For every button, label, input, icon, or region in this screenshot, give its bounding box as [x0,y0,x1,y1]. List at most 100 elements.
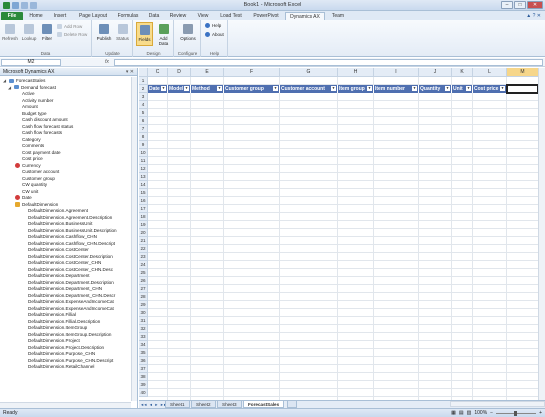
filter-dropdown-icon[interactable]: ▾ [331,86,336,91]
row-header[interactable]: 20 [139,229,148,237]
filter-dropdown-icon[interactable]: ▾ [445,86,450,91]
filter-dropdown-icon[interactable]: ▾ [217,86,222,91]
ribbon-help-icon[interactable]: ▲ ? ✕ [526,13,541,19]
tree-dimension-field[interactable]: DefaultDimension.ExpenseAndIncomeCat [28,299,114,304]
tree-dimension-field[interactable]: DefaultDimension.Department_CHN.Descr [28,293,115,298]
tree-dimension-field[interactable]: DefaultDimension.RetailChannel [28,364,94,369]
tab-file[interactable]: File [1,12,23,20]
filter-dropdown-icon[interactable]: ▾ [466,86,471,91]
tree-field[interactable]: Amount [22,104,38,109]
tree-dimension-field[interactable]: DefaultDimension.Fillial.Description [28,319,100,324]
pane-close-icon[interactable]: ▾ ✕ [126,68,134,76]
column-header[interactable]: E [191,68,224,77]
maximize-icon[interactable]: □ [514,1,526,9]
row-header[interactable]: 9 [139,141,148,149]
sheet-tab-sheet2[interactable]: Sheet2 [191,401,216,408]
tree-dimension-field[interactable]: DefaultDimension.CostCenter.Description [28,254,113,259]
row-header[interactable]: 12 [139,165,148,173]
tree-field[interactable]: Activity number [22,98,53,103]
tab-insert[interactable]: Insert [49,12,71,20]
table-header-cell[interactable]: Cost price ▾ [473,85,507,93]
tree-field[interactable]: Cash flow forecast status [22,124,73,129]
view-pagebreak-icon[interactable]: ▥ [467,409,472,417]
tree-dimension-field[interactable]: DefaultDimension.Cashflow_CHN [28,234,97,239]
fields-button[interactable]: Fields [136,22,153,46]
tree-field[interactable]: Cash flow forecasts [22,130,62,135]
row-header[interactable]: 7 [139,125,148,133]
add-data-button[interactable]: Add Data [155,24,172,46]
close-icon[interactable]: ✕ [527,1,543,9]
tree-field[interactable]: Cost payment date [22,150,61,155]
row-header[interactable]: 31 [139,317,148,325]
row-header[interactable]: 13 [139,173,148,181]
tree-dimension-field[interactable]: DefaultDimension.Project [28,338,80,343]
row-header[interactable]: 29 [139,301,148,309]
tree-table[interactable]: ◢ Demand forecast [8,85,56,90]
row-header[interactable]: 24 [139,261,148,269]
status-button[interactable]: Status [114,24,131,41]
column-header[interactable]: K [452,68,473,77]
row-header[interactable]: 28 [139,293,148,301]
row-header[interactable]: 33 [139,333,148,341]
tab-dynamics-ax[interactable]: Dynamics AX [285,12,325,20]
column-header[interactable]: G [280,68,338,77]
tree-field[interactable]: CW quantity [22,182,47,187]
zoom-in-icon[interactable]: + [539,409,542,417]
tree-dimension-field[interactable]: DefaultDimension.Purpose_CHN [28,351,95,356]
row-header[interactable]: 5 [139,109,148,117]
row-header[interactable]: 38 [139,373,148,381]
row-header[interactable]: 30 [139,309,148,317]
table-header-cell[interactable]: Customer account ▾ [280,85,338,93]
tab-data[interactable]: Data [145,12,163,20]
table-header-cell[interactable]: Model ▾ [168,85,191,93]
horizontal-scrollbar[interactable] [450,401,545,407]
tree-field[interactable]: Category [22,137,41,142]
minimize-icon[interactable]: – [501,1,513,9]
column-header[interactable]: I [374,68,419,77]
table-header-cell[interactable]: Method ▾ [191,85,224,93]
tree-root[interactable]: ◢ ForecastSales [3,78,45,83]
tab-review[interactable]: Review [166,12,190,20]
filter-dropdown-icon[interactable]: ▾ [273,86,278,91]
filter-dropdown-icon[interactable]: ▾ [412,86,417,91]
tab-view[interactable]: View [193,12,213,20]
vertical-scrollbar[interactable] [538,68,545,400]
row-header[interactable]: 1 [139,77,148,85]
help-button[interactable]: Help [205,23,221,28]
active-cell[interactable] [506,84,539,94]
filter-dropdown-icon[interactable]: ▾ [184,86,189,91]
tree-field[interactable]: Customer group [22,176,55,181]
delete-row-button[interactable]: Delete Row [57,32,87,37]
row-header[interactable]: 34 [139,341,148,349]
sheet-tab-sheet1[interactable]: Sheet1 [165,401,190,408]
tree-field[interactable]: Budget type [22,111,47,116]
tree-dimension-field[interactable]: DefaultDimension.Project.Description [28,345,104,350]
row-header[interactable]: 8 [139,133,148,141]
table-header-cell[interactable]: Item group ▾ [338,85,374,93]
row-header[interactable]: 36 [139,357,148,365]
select-all-corner[interactable] [139,68,148,77]
column-header[interactable]: F [224,68,280,77]
zoom-slider[interactable] [496,410,537,416]
name-box[interactable]: M2 [1,59,61,66]
lookup-button[interactable]: Lookup [20,24,38,41]
filter-dropdown-icon[interactable]: ▾ [161,86,166,91]
tab-team[interactable]: Team [327,12,349,20]
row-header[interactable]: 16 [139,197,148,205]
row-header[interactable]: 17 [139,205,148,213]
tree-dimension-field[interactable]: DefaultDimension.Agreement.Description [28,215,112,220]
row-header[interactable]: 40 [139,389,148,397]
row-header[interactable]: 35 [139,349,148,357]
options-button[interactable]: Options [178,24,198,41]
tree-dimension-field[interactable]: DefaultDimension.BusinessUnit [28,221,92,226]
table-header-cell[interactable]: Date ▾ [148,85,168,93]
row-header[interactable]: 10 [139,149,148,157]
tab-load-test[interactable]: Load Test [216,12,246,20]
row-header[interactable]: 26 [139,277,148,285]
tab-powerpivot[interactable]: PowerPivot [249,12,283,20]
view-normal-icon[interactable]: ▦ [451,409,456,417]
row-header[interactable]: 4 [139,101,148,109]
new-sheet-icon[interactable] [287,401,297,408]
filter-dropdown-icon[interactable]: ▾ [500,86,505,91]
row-header[interactable]: 2 [139,85,148,93]
